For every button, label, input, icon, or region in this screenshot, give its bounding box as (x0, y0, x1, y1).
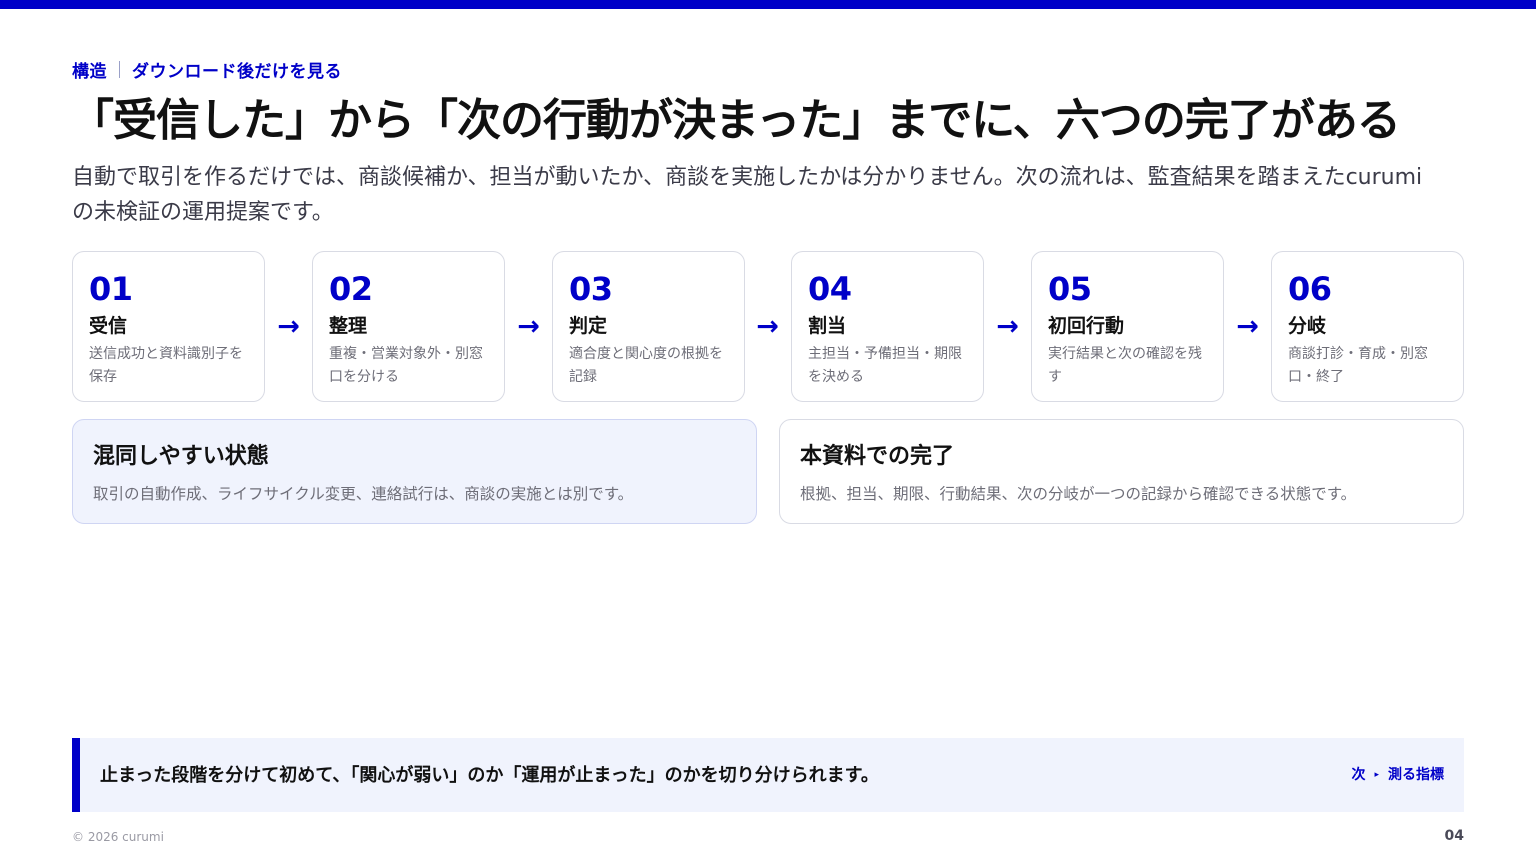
step-card-02: 02 整理 重複・営業対象外・別窓口を分ける (312, 251, 505, 402)
step-number: 03 (569, 270, 613, 308)
step-number: 04 (808, 270, 852, 308)
step-number: 02 (329, 270, 373, 308)
process-steps: 01 受信 送信成功と資料識別子を保存 → 02 整理 重複・営業対象外・別窓口… (72, 251, 1464, 402)
completion-definition-card: 本資料での完了 根拠、担当、期限、行動結果、次の分岐が一つの記録から確認できる状… (779, 419, 1464, 524)
arrow-right-icon: → (277, 311, 300, 342)
card-text: 根拠、担当、期限、行動結果、次の分岐が一つの記録から確認できる状態です。 (800, 485, 1357, 503)
page-number: 04 (1444, 828, 1464, 844)
step-description: 商談打診・育成・別窓口・終了 (1288, 346, 1428, 385)
eyebrow-section: 構造 (72, 61, 107, 82)
step-description: 適合度と関心度の根拠を記録 (569, 346, 723, 385)
step-card-06: 06 分岐 商談打診・育成・別窓口・終了 (1271, 251, 1464, 402)
copyright: © 2026 curumi (72, 830, 164, 844)
step-number: 06 (1288, 270, 1332, 308)
step-description: 重複・営業対象外・別窓口を分ける (329, 346, 483, 385)
arrow-right-icon: → (756, 311, 779, 342)
eyebrow-topic: ダウンロード後だけを見る (132, 61, 342, 82)
step-number: 05 (1048, 270, 1092, 308)
next-prefix: 次 (1351, 767, 1366, 783)
arrow-right-icon: → (517, 311, 540, 342)
arrow-right-icon: → (996, 311, 1019, 342)
callout-text: 止まった段階を分けて初めて、「関心が弱い」のか「運用が止まった」のかを切り分けら… (100, 765, 879, 786)
step-card-05: 05 初回行動 実行結果と次の確認を残す (1031, 251, 1224, 402)
step-title: 整理 (329, 315, 368, 337)
top-accent-bar (0, 0, 1536, 9)
lead-paragraph: 自動で取引を作るだけでは、商談候補か、担当が動いたか、商談を実施したかは分かりま… (72, 165, 1423, 225)
step-card-01: 01 受信 送信成功と資料識別子を保存 (72, 251, 265, 402)
step-description: 主担当・予備担当・期限を決める (808, 346, 962, 385)
callout-accent-bar (72, 738, 80, 812)
step-description: 送信成功と資料識別子を保存 (89, 346, 243, 385)
key-message-callout: 止まった段階を分けて初めて、「関心が弱い」のか「運用が止まった」のかを切り分けら… (72, 738, 1464, 812)
step-description: 実行結果と次の確認を残す (1048, 346, 1202, 385)
step-card-04: 04 割当 主担当・予備担当・期限を決める (791, 251, 984, 402)
card-title: 混同しやすい状態 (93, 444, 269, 469)
next-label: 測る指標 (1388, 767, 1444, 783)
next-section-link[interactable]: 次 ▸ 測る指標 (1351, 764, 1444, 786)
step-title: 割当 (808, 315, 847, 337)
triangle-right-icon: ▸ (1374, 770, 1379, 780)
step-title: 受信 (89, 315, 128, 337)
eyebrow-divider (119, 60, 120, 78)
card-title: 本資料での完了 (800, 444, 955, 469)
step-title: 初回行動 (1048, 315, 1125, 337)
step-title: 判定 (569, 315, 608, 337)
confusing-states-card: 混同しやすい状態 取引の自動作成、ライフサイクル変更、連絡試行は、商談の実施とは… (72, 419, 757, 524)
page-title: 「受信した」から「次の行動が決まった」までに、六つの完了がある (70, 95, 1401, 146)
step-number: 01 (89, 270, 133, 308)
arrow-right-icon: → (1236, 311, 1259, 342)
card-text: 取引の自動作成、ライフサイクル変更、連絡試行は、商談の実施とは別です。 (93, 485, 634, 503)
step-card-03: 03 判定 適合度と関心度の根拠を記録 (552, 251, 745, 402)
step-title: 分岐 (1288, 315, 1327, 337)
eyebrow: 構造 ダウンロード後だけを見る (72, 58, 342, 82)
